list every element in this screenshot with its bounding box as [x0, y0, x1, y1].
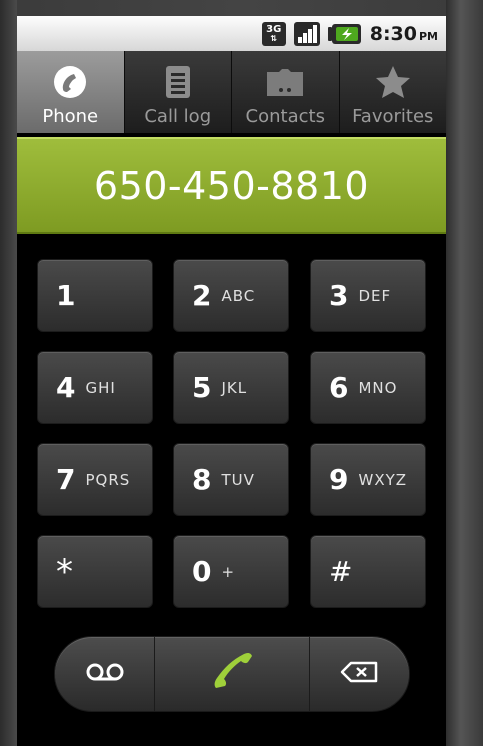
phone-icon [50, 62, 90, 102]
key-letters: PQRS [85, 470, 131, 489]
backspace-icon [339, 660, 379, 688]
key-digit: 5 [192, 371, 212, 404]
call-button[interactable] [155, 637, 310, 711]
device-left-edge [0, 0, 17, 746]
key-letters: MNO [358, 378, 398, 397]
dialed-number-display[interactable]: 650-450-8810 [17, 137, 446, 234]
device-right-edge [446, 0, 483, 746]
delete-button[interactable] [310, 637, 409, 711]
clock-time: 8:30 [369, 22, 417, 45]
network-type-label: 3G [266, 23, 282, 35]
key-letters: WXYZ [358, 470, 408, 489]
key-letters: TUV [221, 470, 255, 489]
key-9[interactable]: 9 WXYZ [310, 443, 426, 516]
clock: 8:30 PM [370, 23, 438, 45]
voicemail-button[interactable] [55, 637, 156, 711]
tab-call-log-label: Call log [144, 106, 212, 127]
tab-call-log[interactable]: Call log [124, 51, 232, 133]
key-digit: 6 [329, 371, 349, 404]
key-4[interactable]: 4 GHI [37, 351, 153, 424]
key-pound[interactable]: # [310, 535, 426, 608]
dialed-number: 650-450-8810 [93, 163, 370, 208]
network-3g-icon: 3G ⇅ [261, 21, 286, 46]
phone-screen: 3G ⇅ 8:30 PM Phone Call log Contacts Fav… [17, 16, 446, 746]
key-letters: JKL [221, 378, 248, 397]
key-digit: 3 [329, 279, 349, 312]
tab-favorites[interactable]: Favorites [339, 51, 446, 133]
key-letters: GHI [85, 378, 116, 397]
clock-ampm: PM [418, 29, 438, 43]
dialer-action-bar [54, 636, 410, 712]
key-digit: * [56, 551, 73, 592]
tab-contacts[interactable]: Contacts [232, 51, 340, 133]
key-7[interactable]: 7 PQRS [37, 443, 153, 516]
status-bar: 3G ⇅ 8:30 PM [17, 16, 446, 51]
key-digit: 9 [329, 463, 349, 496]
star-icon [373, 62, 413, 102]
key-letters: DEF [358, 286, 392, 305]
tab-bar: Phone Call log Contacts Favorites [17, 51, 446, 133]
tab-phone[interactable]: Phone [17, 51, 125, 133]
key-1[interactable]: 1 [37, 259, 153, 332]
key-5[interactable]: 5 JKL [173, 351, 289, 424]
voicemail-icon [85, 662, 125, 686]
key-letters: + [221, 562, 236, 581]
key-star[interactable]: * [37, 535, 153, 608]
key-0[interactable]: 0 + [173, 535, 289, 608]
tab-phone-label: Phone [42, 106, 99, 127]
key-6[interactable]: 6 MNO [310, 351, 426, 424]
call-icon [208, 648, 256, 700]
signal-strength-icon [293, 21, 320, 46]
call-log-icon [158, 62, 198, 102]
key-8[interactable]: 8 TUV [173, 443, 289, 516]
tab-contacts-label: Contacts [245, 106, 325, 127]
tab-favorites-label: Favorites [352, 106, 434, 127]
key-digit: 1 [56, 279, 76, 312]
key-digit: # [329, 555, 353, 588]
key-digit: 2 [192, 279, 212, 312]
device-frame: 3G ⇅ 8:30 PM Phone Call log Contacts Fav… [0, 0, 483, 746]
key-digit: 4 [56, 371, 76, 404]
battery-charging-icon [327, 23, 362, 45]
key-2[interactable]: 2 ABC [173, 259, 289, 332]
contacts-icon [265, 62, 305, 102]
key-digit: 0 [192, 555, 212, 588]
key-digit: 8 [192, 463, 212, 496]
key-digit: 7 [56, 463, 76, 496]
key-3[interactable]: 3 DEF [310, 259, 426, 332]
key-letters: ABC [221, 286, 256, 305]
